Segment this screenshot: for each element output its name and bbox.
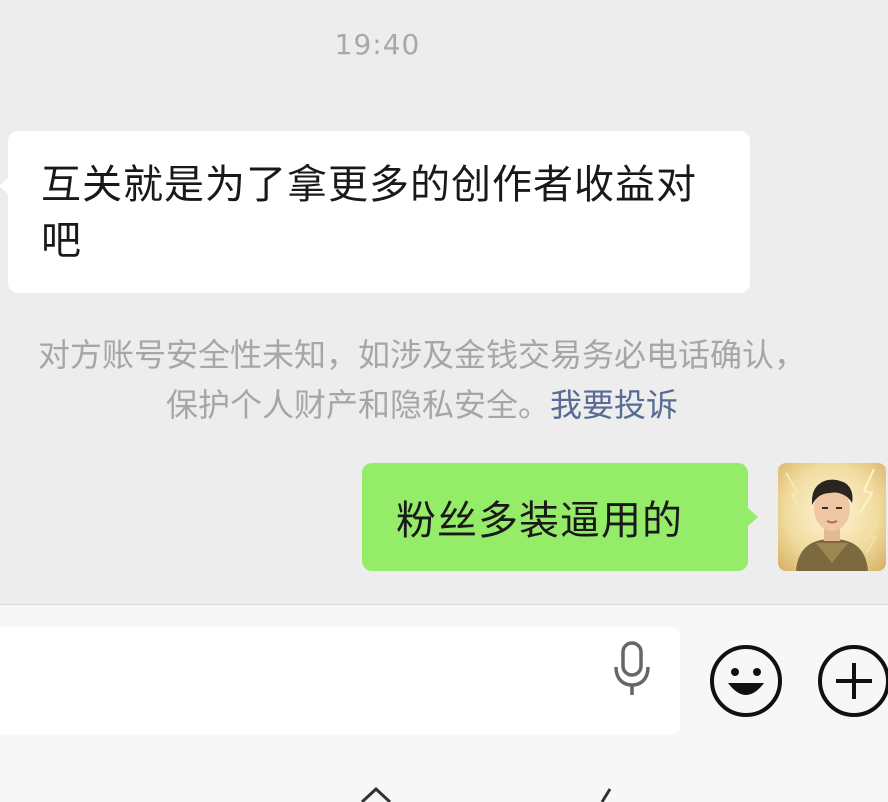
security-notice-line-2: 保护个人财产和隐私安全。 <box>165 386 550 424</box>
message-input-field[interactable] <box>0 627 680 735</box>
message-timestamp: 19:40 <box>334 28 421 61</box>
nav-bar-hint <box>360 787 612 802</box>
plus-circle-icon[interactable] <box>816 643 888 719</box>
user-avatar-photo-icon <box>778 463 886 571</box>
security-notice-line-1: 对方账号安全性未知，如涉及金钱交易务必电话确认， <box>37 336 806 374</box>
outgoing-message-text: 粉丝多装逼用的 <box>396 498 683 544</box>
microphone-icon[interactable] <box>608 639 656 699</box>
security-notice: 对方账号安全性未知，如涉及金钱交易务必电话确认， 保护个人财产和隐私安全。我要投… <box>0 330 862 430</box>
chat-message-list[interactable]: 19:40 互关就是为了拿更多的创作者收益对吧 对方账号安全性未知，如涉及金钱交… <box>0 0 888 604</box>
report-link[interactable]: 我要投诉 <box>550 386 678 424</box>
outgoing-message-bubble[interactable]: 粉丝多装逼用的 <box>362 463 758 571</box>
incoming-message-bubble[interactable]: 互关就是为了拿更多的创作者收益对吧 <box>0 131 750 293</box>
message-input-bar <box>0 604 888 802</box>
user-avatar[interactable] <box>778 463 886 571</box>
smiley-face-icon[interactable] <box>708 643 784 719</box>
incoming-message-text: 互关就是为了拿更多的创作者收益对吧 <box>41 162 697 264</box>
